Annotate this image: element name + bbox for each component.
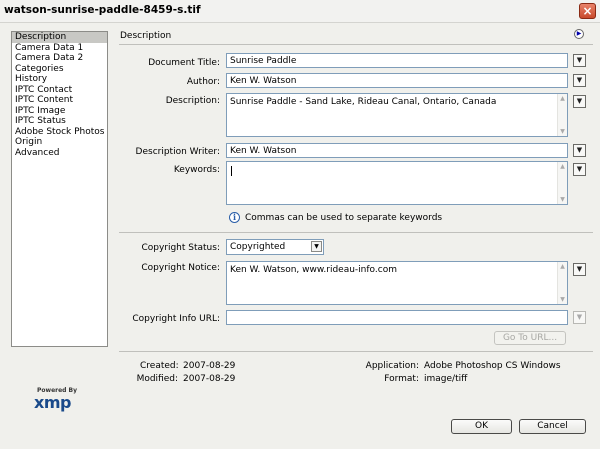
description-text: Sunrise Paddle - Sand Lake, Rideau Canal…: [230, 97, 497, 107]
category-list[interactable]: Description Camera Data 1 Camera Data 2 …: [11, 31, 108, 347]
copyright-url-label: Copyright Info URL:: [132, 314, 220, 324]
scroll-up-icon[interactable]: ▲: [558, 262, 567, 271]
copyright-url-dropdown-icon[interactable]: ▼: [573, 311, 586, 324]
created-value: 2007-08-29: [183, 361, 236, 371]
nav-item-categories[interactable]: Categories: [12, 64, 107, 75]
copyright-notice-dropdown-icon[interactable]: ▼: [573, 263, 586, 276]
description-label: Description:: [165, 96, 220, 106]
application-label: Application:: [365, 361, 419, 371]
copyright-status-select[interactable]: Copyrighted ▼: [226, 239, 324, 255]
divider: [119, 232, 593, 233]
keywords-scrollbar[interactable]: ▲ ▼: [557, 162, 567, 204]
document-title-dropdown-icon[interactable]: ▼: [573, 54, 586, 67]
format-label: Format:: [384, 374, 419, 384]
description-writer-dropdown-icon[interactable]: ▼: [573, 144, 586, 157]
document-title-input[interactable]: Sunrise Paddle: [226, 53, 568, 68]
author-input[interactable]: Ken W. Watson: [226, 73, 568, 88]
nav-item-iptc-contact[interactable]: IPTC Contact: [12, 85, 107, 96]
application-value: Adobe Photoshop CS Windows: [424, 361, 561, 371]
cancel-button[interactable]: Cancel: [519, 419, 586, 434]
document-title-label: Document Title:: [148, 58, 220, 68]
chevron-down-icon[interactable]: ▼: [311, 241, 322, 252]
description-scrollbar[interactable]: ▲ ▼: [557, 94, 567, 136]
title-bar: watson-sunrise-paddle-8459-s.tif ×: [0, 0, 600, 23]
copyright-status-value: Copyrighted: [230, 242, 286, 252]
ok-button[interactable]: OK: [451, 419, 512, 434]
nav-item-adobe-stock-photos[interactable]: Adobe Stock Photos: [12, 127, 107, 138]
author-label: Author:: [186, 77, 220, 87]
close-icon[interactable]: ×: [579, 3, 596, 19]
nav-item-camera-data-1[interactable]: Camera Data 1: [12, 43, 107, 54]
nav-item-camera-data-2[interactable]: Camera Data 2: [12, 53, 107, 64]
info-icon: i: [229, 212, 240, 223]
modified-label: Modified:: [136, 374, 178, 384]
keywords-label: Keywords:: [173, 165, 220, 175]
keywords-dropdown-icon[interactable]: ▼: [573, 163, 586, 176]
author-dropdown-icon[interactable]: ▼: [573, 74, 586, 87]
nav-item-advanced[interactable]: Advanced: [12, 148, 107, 159]
section-title: Description: [120, 31, 172, 41]
xmp-logo: xmp: [34, 393, 71, 412]
keywords-textarea[interactable]: ▲ ▼: [226, 161, 568, 205]
text-cursor: [231, 166, 232, 176]
circle-arrow-icon[interactable]: ▶: [574, 29, 584, 39]
go-to-url-button[interactable]: Go To URL...: [494, 331, 566, 345]
description-dropdown-icon[interactable]: ▼: [573, 95, 586, 108]
copyright-notice-label: Copyright Notice:: [141, 263, 220, 273]
copyright-url-input[interactable]: [226, 310, 568, 325]
scroll-down-icon[interactable]: ▼: [558, 127, 567, 136]
scroll-up-icon[interactable]: ▲: [558, 162, 567, 171]
description-textarea[interactable]: Sunrise Paddle - Sand Lake, Rideau Canal…: [226, 93, 568, 137]
created-label: Created:: [140, 361, 179, 371]
keywords-hint: Commas can be used to separate keywords: [245, 213, 443, 223]
nav-item-description[interactable]: Description: [12, 32, 107, 43]
description-writer-label: Description Writer:: [135, 147, 220, 157]
nav-item-history[interactable]: History: [12, 74, 107, 85]
format-value: image/tiff: [424, 374, 468, 384]
scroll-down-icon[interactable]: ▼: [558, 295, 567, 304]
copyright-notice-textarea[interactable]: Ken W. Watson, www.rideau-info.com ▲ ▼: [226, 261, 568, 305]
nav-item-iptc-content[interactable]: IPTC Content: [12, 95, 107, 106]
nav-item-origin[interactable]: Origin: [12, 137, 107, 148]
nav-item-iptc-image[interactable]: IPTC Image: [12, 106, 107, 117]
divider: [119, 44, 593, 45]
copyright-status-label: Copyright Status:: [141, 243, 220, 253]
scroll-up-icon[interactable]: ▲: [558, 94, 567, 103]
divider: [119, 351, 593, 352]
copyright-notice-text: Ken W. Watson, www.rideau-info.com: [230, 265, 397, 275]
modified-value: 2007-08-29: [183, 374, 236, 384]
window-title: watson-sunrise-paddle-8459-s.tif: [4, 4, 201, 16]
scroll-down-icon[interactable]: ▼: [558, 195, 567, 204]
nav-item-iptc-status[interactable]: IPTC Status: [12, 116, 107, 127]
description-writer-input[interactable]: Ken W. Watson: [226, 143, 568, 158]
copyright-notice-scrollbar[interactable]: ▲ ▼: [557, 262, 567, 304]
